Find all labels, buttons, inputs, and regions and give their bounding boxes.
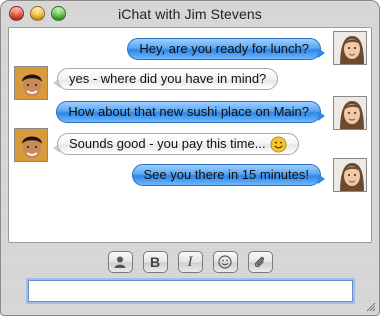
window-controls [9,6,66,21]
chat-window: iChat with Jim Stevens Hey, are you read… [0,0,380,316]
message-bubble: Sounds good - you pay this time... [57,133,299,155]
message-outgoing: How about that new sushi place on Main? [56,101,325,123]
man-avatar-icon [15,129,47,161]
chat-transcript[interactable]: Hey, are you ready for lunch? yes - wher… [8,27,372,243]
message-incoming: Sounds good - you pay this time... [53,133,299,155]
italic-icon: I [187,253,193,270]
my-avatar [333,31,367,65]
man-avatar-icon [15,67,47,99]
buddy-avatar [14,66,48,100]
message-outgoing: See you there in 15 minutes! [131,164,325,186]
smiley-icon [218,255,232,269]
smiley-button[interactable] [212,251,238,273]
my-avatar [333,158,367,192]
message-text: See you there in 15 minutes! [143,167,310,182]
message-bubble: See you there in 15 minutes! [131,164,321,186]
buddy-avatar [14,128,48,162]
woman-avatar-icon [334,159,366,191]
bubble-tail [318,174,325,184]
formatting-toolbar: B I [1,251,379,275]
message-text: Hey, are you ready for lunch? [139,41,309,56]
attachment-icon [254,256,265,268]
woman-avatar-icon [334,97,366,129]
buddy-button[interactable] [107,251,133,273]
bold-icon: B [149,254,161,270]
message-text: Sounds good - you pay this time... [69,136,266,151]
bubble-tail [318,111,325,121]
smiley-icon [270,135,287,153]
message-text: yes - where did you have in mind? [69,71,267,86]
my-avatar [333,96,367,130]
message-input[interactable] [28,280,353,302]
message-bubble: Hey, are you ready for lunch? [127,38,321,60]
message-bubble: yes - where did you have in mind? [57,68,279,90]
message-outgoing: Hey, are you ready for lunch? [127,38,325,60]
message-bubble: How about that new sushi place on Main? [56,101,321,123]
attach-button[interactable] [247,251,273,273]
message-incoming: yes - where did you have in mind? [53,68,279,90]
zoom-button[interactable] [51,6,66,21]
italic-button[interactable]: I [177,251,203,273]
buddy-icon [114,256,126,268]
close-button[interactable] [9,6,24,21]
bold-button[interactable]: B [142,251,168,273]
message-text: How about that new sushi place on Main? [68,104,309,119]
resize-grip-icon[interactable] [366,302,376,312]
minimize-button[interactable] [30,6,45,21]
woman-avatar-icon [334,32,366,64]
title-bar[interactable]: iChat with Jim Stevens [1,1,379,27]
bubble-tail [318,48,325,58]
window-title: iChat with Jim Stevens [118,6,262,22]
